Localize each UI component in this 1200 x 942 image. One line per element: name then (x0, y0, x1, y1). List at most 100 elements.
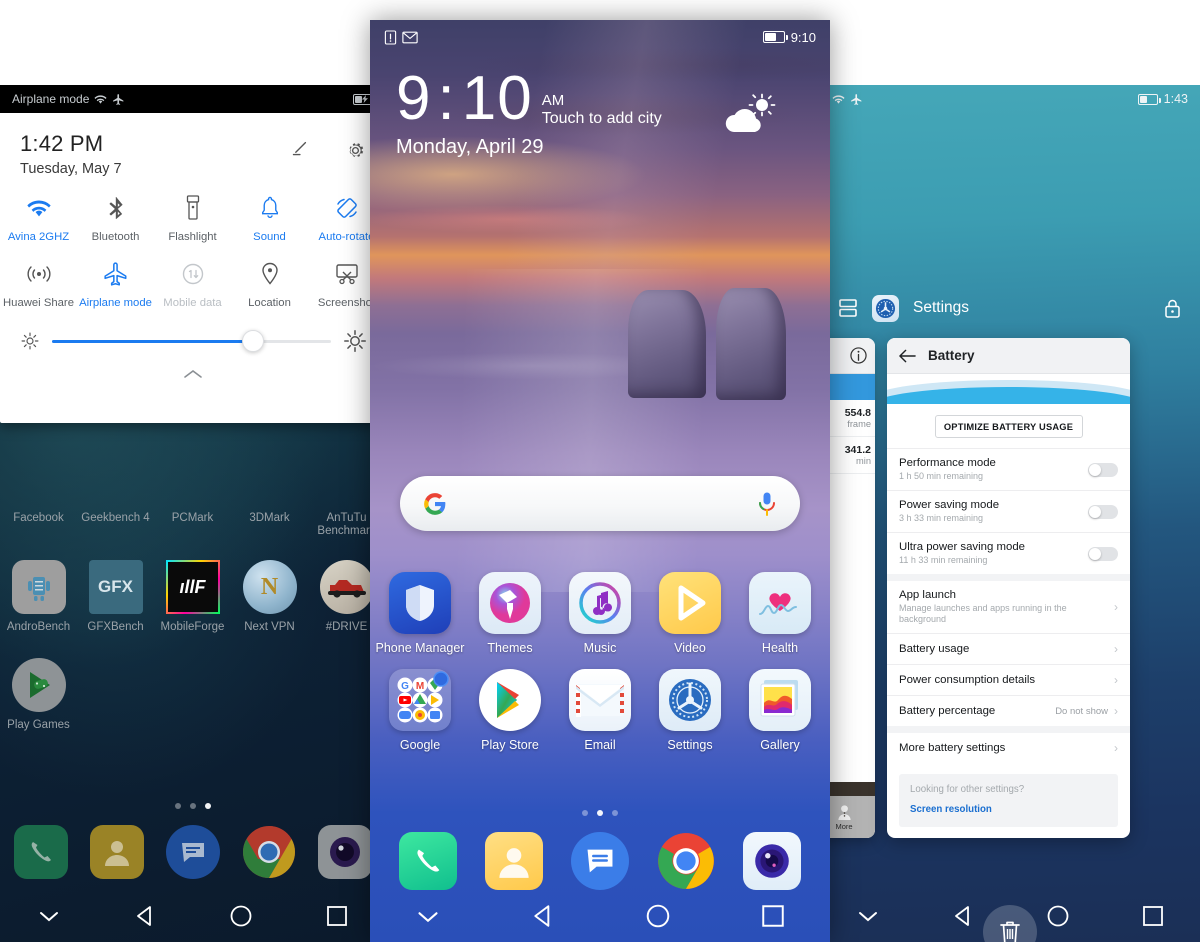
google-search-bar[interactable] (400, 476, 800, 531)
camera-icon[interactable] (743, 832, 801, 890)
app-label: Google (399, 738, 441, 752)
app-gallery[interactable]: Gallery (735, 669, 825, 752)
home-icon[interactable] (229, 904, 253, 928)
qs-tile-mobile-data[interactable]: Mobile data (154, 257, 231, 309)
qs-tile-bluetooth[interactable]: Bluetooth (77, 191, 154, 243)
optimize-battery-usage-button[interactable]: OPTIMIZE BATTERY USAGE (934, 415, 1083, 438)
recents-icon[interactable] (760, 903, 786, 929)
chevron-up-icon (183, 370, 202, 378)
qs-tile-sound[interactable]: Sound (231, 191, 308, 243)
chrome-icon[interactable] (242, 825, 296, 879)
app-play-games[interactable]: Play Games (0, 658, 77, 732)
contacts-icon[interactable] (485, 832, 543, 890)
setting-power-saving-mode[interactable]: Power saving mode 3 h 33 min remaining (887, 490, 1130, 532)
recents-icon[interactable] (1141, 904, 1165, 928)
brightness-track[interactable] (52, 330, 331, 352)
chevron-down-icon[interactable] (36, 908, 62, 924)
settings-icon[interactable] (872, 294, 899, 322)
qs-tile-wifi[interactable]: Avina 2GHZ (0, 191, 77, 243)
qs-tile-huawei-share[interactable]: Huawei Share (0, 257, 77, 309)
app-play-store[interactable]: Play Store (465, 669, 555, 752)
back-arrow-icon[interactable] (899, 349, 916, 363)
page-dot[interactable] (582, 810, 588, 816)
brightness-slider-row[interactable] (0, 309, 385, 353)
performance-mode-toggle[interactable] (1088, 462, 1118, 477)
video-icon (659, 572, 721, 634)
app-google-folder[interactable]: G M Google (375, 669, 465, 752)
app-video[interactable]: Video (645, 572, 735, 655)
ultra-power-saving-mode-toggle[interactable] (1088, 546, 1118, 561)
chevron-down-icon[interactable] (414, 908, 442, 925)
camera-icon[interactable] (317, 825, 372, 879)
app-label: Next VPN (244, 621, 295, 633)
setting-battery-percentage[interactable]: Battery percentage Do not show › (887, 695, 1130, 726)
mobileforge-icon: ıllF (165, 560, 220, 614)
back-icon[interactable] (952, 904, 976, 928)
gear-icon[interactable] (344, 139, 367, 162)
setting-power-consumption-details[interactable]: Power consumption details › (887, 664, 1130, 695)
contacts-icon[interactable] (89, 825, 144, 879)
battery-settings-card[interactable]: Battery OPTIMIZE BATTERY USAGE Performan… (887, 338, 1130, 838)
center-dock (370, 832, 830, 890)
app-email[interactable]: Email (555, 669, 645, 752)
qs-expand-handle[interactable] (0, 353, 385, 386)
brightness-knob[interactable] (241, 330, 264, 352)
phone-icon[interactable] (13, 825, 68, 879)
setting-app-launch[interactable]: App launch Manage launches and apps runn… (887, 581, 1130, 633)
lock-icon[interactable] (1163, 298, 1182, 319)
app-health[interactable]: Health (735, 572, 825, 655)
setting-battery-usage[interactable]: Battery usage › (887, 633, 1130, 664)
chevron-right-icon: › (1114, 704, 1118, 718)
app-androbench[interactable]: AndroBench (0, 560, 77, 634)
page-dot[interactable] (189, 803, 196, 809)
app-label: PCMark (171, 512, 214, 524)
app-mobileforge[interactable]: ıllF MobileForge (154, 560, 231, 634)
share-waves-icon (0, 257, 77, 291)
power-saving-mode-toggle[interactable] (1088, 504, 1118, 519)
microphone-icon[interactable] (756, 491, 778, 517)
page-dot[interactable] (612, 810, 618, 816)
flashlight-icon (154, 191, 231, 225)
screen-resolution-link[interactable]: Screen resolution (910, 804, 1107, 815)
app-next-vpn[interactable]: N Next VPN (231, 560, 308, 634)
qs-tile-location[interactable]: Location (231, 257, 308, 309)
app-themes[interactable]: Themes (465, 572, 555, 655)
setting-ultra-power-saving-mode[interactable]: Ultra power saving mode 11 h 33 min rema… (887, 532, 1130, 574)
messages-icon[interactable] (165, 825, 220, 879)
partly-cloudy-icon[interactable] (720, 92, 778, 145)
quick-settings-panel[interactable]: 1:42 PM Tuesday, May 7 Avina 2GHZ Blueto… (0, 113, 385, 423)
home-icon[interactable] (645, 903, 671, 929)
left-page-indicator[interactable] (0, 803, 385, 809)
chevron-right-icon: › (1114, 741, 1118, 755)
chevron-down-icon[interactable] (855, 908, 881, 924)
left-app-row-top-labels: Facebook Geekbench 4 PCMark 3DMark AnTuT… (0, 423, 385, 538)
back-icon[interactable] (134, 904, 158, 928)
edit-icon[interactable] (288, 139, 310, 161)
qs-tile-flashlight[interactable]: Flashlight (154, 191, 231, 243)
app-row-1: Phone Manager Themes Music Video Health (370, 572, 830, 655)
phone-icon[interactable] (399, 832, 457, 890)
clock-weather-widget[interactable]: 9 : 10 AM Touch to add city Monday, Apri… (396, 68, 662, 159)
app-settings[interactable]: Settings (645, 669, 735, 752)
app-music[interactable]: Music (555, 572, 645, 655)
setting-performance-mode[interactable]: Performance mode 1 h 50 min remaining (887, 448, 1130, 490)
setting-more-battery-settings[interactable]: More battery settings › (887, 733, 1130, 763)
app-phone-manager[interactable]: Phone Manager (375, 572, 465, 655)
recents-icon[interactable] (325, 904, 349, 928)
home-icon[interactable] (1046, 904, 1070, 928)
add-city-hint[interactable]: Touch to add city (542, 109, 662, 128)
messages-icon[interactable] (571, 832, 629, 890)
back-icon[interactable] (531, 903, 557, 929)
gfxbench-icon: GFX (88, 560, 143, 614)
split-screen-icon[interactable] (838, 298, 858, 318)
qs-tile-airplane-mode[interactable]: Airplane mode (77, 257, 154, 309)
clock-separator: : (437, 64, 456, 133)
wifi-icon (832, 94, 845, 104)
chrome-icon[interactable] (657, 832, 715, 890)
page-dot[interactable] (174, 803, 181, 809)
center-page-indicator[interactable] (370, 810, 830, 816)
app-gfxbench[interactable]: GFX GFXBench (77, 560, 154, 634)
info-icon[interactable] (850, 347, 867, 364)
page-dot-active[interactable] (204, 803, 211, 809)
page-dot-active[interactable] (597, 810, 603, 816)
